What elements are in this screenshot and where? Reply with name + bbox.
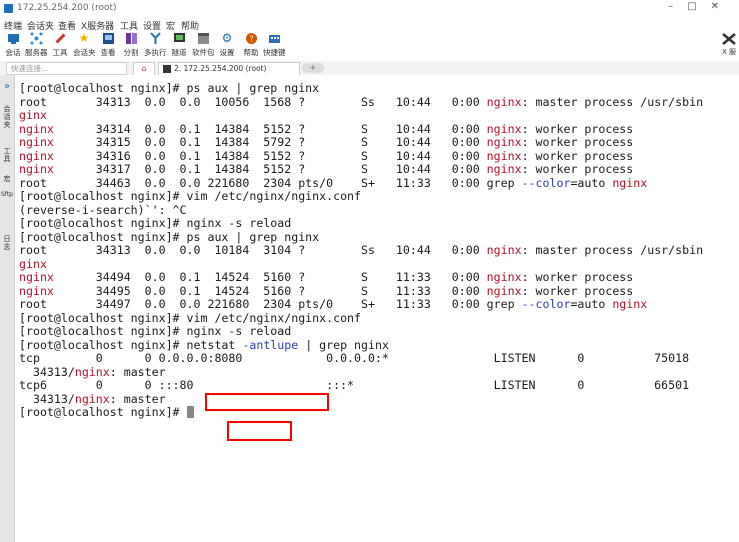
terminal-cursor	[186, 406, 194, 418]
package-icon	[197, 32, 210, 45]
home-tab-icon[interactable]: ⌂	[133, 62, 155, 76]
toolbar-server-button[interactable]: 服务器	[25, 31, 48, 61]
terminal-line: nginx 34315 0.0 0.1 14384 5792 ? S 10:44…	[19, 135, 634, 149]
toolbar-multi-exec-button[interactable]: 多执行	[144, 31, 167, 61]
terminal-line: ginx	[19, 256, 47, 271]
terminal-line: 34313/nginx: master	[19, 391, 166, 406]
view-icon	[102, 32, 115, 45]
terminal-line: nginx 34317 0.0 0.1 14384 5152 ? S 10:44…	[19, 162, 634, 176]
menu-bar: 终端 会话夹 查看 X服务器 工具 设置 宏 帮助	[0, 17, 739, 32]
terminal-line: root 34463 0.0 0.0 221680 2304 pts/0 S+ …	[19, 175, 648, 190]
toolbar-sessions-folder-button[interactable]: ★ 会话夹	[73, 31, 96, 61]
toolbar-help-button[interactable]: ? 帮助	[240, 31, 262, 61]
toolbar-session-button[interactable]: 会话	[2, 31, 24, 61]
terminal-line: [root@localhost nginx]# netstat -antlupe…	[19, 337, 389, 352]
session-icon	[7, 32, 20, 45]
terminal-line: [root@localhost nginx]# ps aux | grep ng…	[19, 229, 320, 244]
server-icon	[30, 32, 43, 45]
terminal-line: nginx 34495 0.0 0.1 14524 5160 ? S 11:33…	[19, 283, 634, 298]
star-icon: ★	[78, 31, 90, 45]
terminal-line: tcp6 0 0 :::80 :::* LISTEN 0 66501	[19, 378, 690, 392]
terminal-line: [root@localhost nginx]# nginx -s reload	[19, 216, 292, 230]
tools-icon	[54, 32, 67, 45]
highlight-box-reload	[205, 393, 329, 411]
terminal-line: nginx 34314 0.0 0.1 14384 5152 ? S 10:44…	[19, 121, 634, 136]
sidebar-item-log[interactable]: 日志	[1, 235, 13, 251]
terminal-line: [root@localhost nginx]# vim /etc/nginx/n…	[19, 189, 362, 203]
toolbar-package-button[interactable]: 软件包	[192, 31, 215, 61]
terminal-line: [root@localhost nginx]# vim /etc/nginx/n…	[19, 310, 362, 325]
terminal-line: [root@localhost nginx]#	[19, 405, 194, 419]
collapse-sidebar-icon[interactable]: »	[1, 82, 13, 92]
toolbar-tunnel-button[interactable]: 隧道	[168, 31, 190, 61]
terminal-line: root 34497 0.0 0.0 221680 2304 pts/0 S+ …	[19, 297, 648, 311]
xserver-icon	[722, 33, 736, 45]
terminal-line: (reverse-i-search)`': ^C	[19, 202, 187, 217]
window-title: 172.25.254.200 (root)	[17, 3, 117, 13]
terminal-line: ginx	[19, 108, 47, 122]
terminal-line: [root@localhost nginx]# ps aux | grep ng…	[19, 81, 320, 95]
terminal-line: tcp 0 0 0.0.0.0:8080 0.0.0.0:* LISTEN 0 …	[19, 351, 690, 365]
sidebar-item-tools[interactable]: 工具	[1, 147, 13, 163]
quick-connect-input[interactable]: 快速连接...	[6, 62, 127, 75]
terminal-line: nginx 34494 0.0 0.1 14524 5160 ? S 11:33…	[19, 270, 634, 284]
toolbar-keyboard-button[interactable]: 快捷键	[263, 31, 286, 61]
sidebar-item-sessions[interactable]: 会话夹	[1, 105, 13, 129]
xserver-button[interactable]: X 服	[722, 33, 739, 61]
window-controls[interactable]: –□✕	[668, 1, 733, 12]
terminal-line: root 34313 0.0 0.0 10184 3104 ? Ss 10:44…	[19, 243, 704, 257]
new-tab-icon[interactable]: +	[302, 63, 324, 73]
sidebar-item-macro[interactable]: 宏	[1, 175, 13, 183]
terminal-icon	[163, 65, 171, 73]
side-panel: » 会话夹 工具 宏 Sftp 日志	[0, 75, 15, 542]
toolbar-settings-button[interactable]: ⚙ 设置	[216, 31, 238, 61]
terminal-line: nginx 34316 0.0 0.1 14384 5152 ? S 10:44…	[19, 148, 634, 163]
terminal-line: root 34313 0.0 0.0 10056 1568 ? Ss 10:44…	[19, 94, 704, 109]
toolbar-split-button[interactable]: 分割	[120, 31, 142, 61]
terminal-line: [root@localhost nginx]# nginx -s reload	[19, 324, 292, 338]
multi-exec-icon	[149, 32, 162, 45]
split-icon	[125, 32, 138, 45]
address-bar: 快速连接... ⌂ 2. 172.25.254.200 (root) +	[0, 61, 739, 76]
terminal-line: 34313/nginx: master	[19, 364, 166, 379]
settings-icon: ⚙	[221, 31, 233, 45]
keyboard-icon	[268, 32, 281, 45]
svg-text:?: ?	[249, 35, 253, 44]
toolbar: 会话 服务器 工具 ★ 会话夹 查看 分割 多执行 隧道 软件包 ⚙ 设置 ? …	[0, 31, 739, 61]
highlight-box-port	[227, 421, 292, 441]
tunnel-icon	[173, 32, 186, 45]
app-icon	[4, 4, 13, 13]
toolbar-view-button[interactable]: 查看	[97, 31, 119, 61]
terminal-output[interactable]: [root@localhost nginx]# ps aux | grep ng…	[15, 75, 739, 542]
tab-session-active[interactable]: 2. 172.25.254.200 (root)	[158, 62, 300, 76]
help-icon: ?	[245, 32, 258, 45]
sidebar-item-sftp[interactable]: Sftp	[1, 191, 13, 199]
toolbar-tools-button[interactable]: 工具	[49, 31, 71, 61]
title-bar: 172.25.254.200 (root) –□✕	[0, 0, 739, 17]
